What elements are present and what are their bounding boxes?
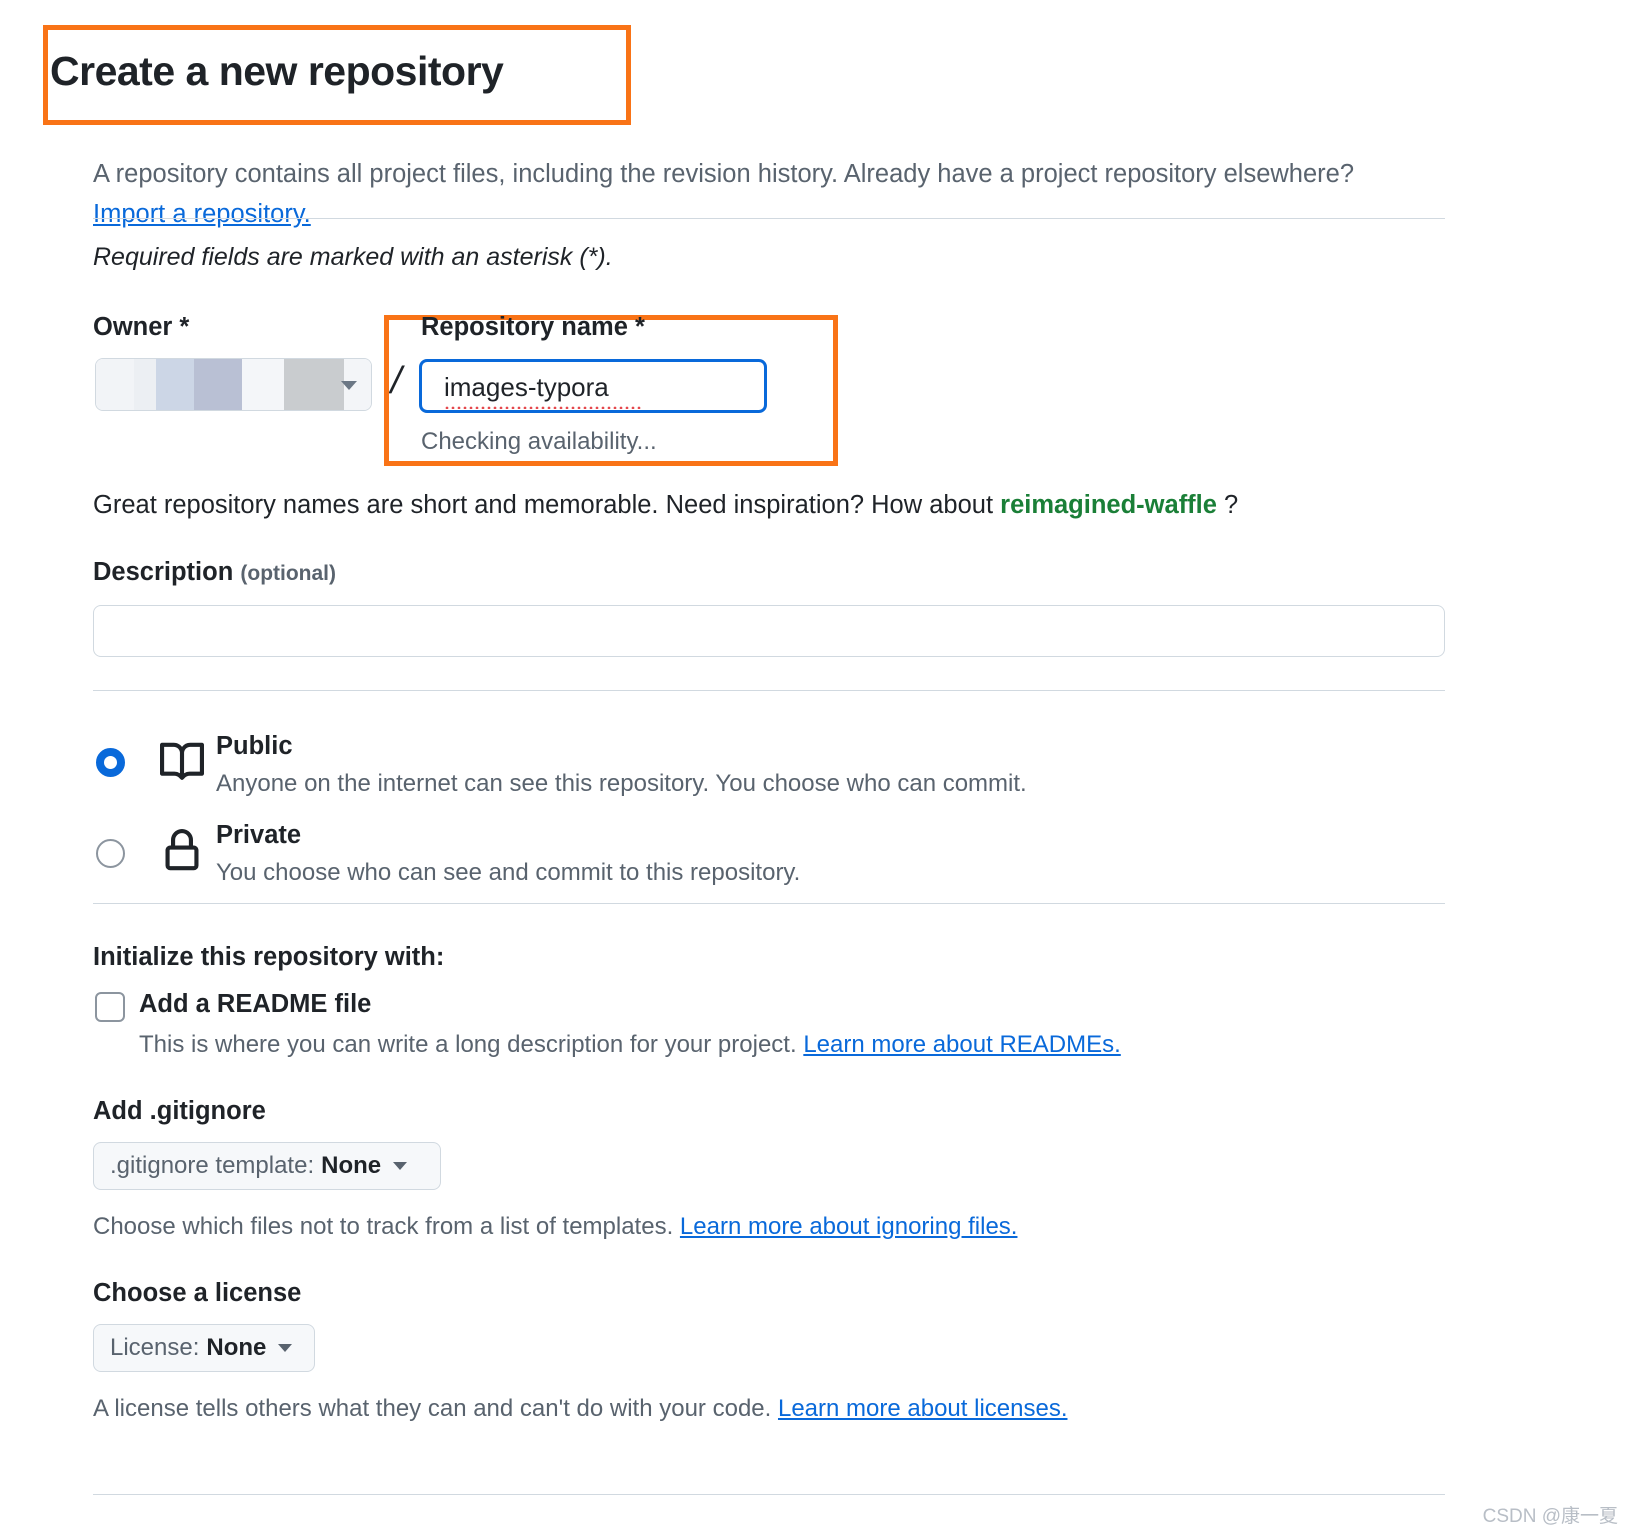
visibility-public-description: Anyone on the internet can see this repo… [216,770,1027,797]
gitignore-help-prefix: Choose which files not to track from a l… [93,1213,680,1240]
readme-help-text: This is where you can write a long descr… [139,1031,1121,1059]
license-heading: Choose a license [93,1279,302,1307]
inspiration-suffix: ? [1216,491,1239,519]
radio-public[interactable] [96,748,125,777]
owner-redaction-block [194,359,242,410]
owner-redaction-block [156,359,194,410]
initialize-heading: Initialize this repository with: [93,943,445,971]
chevron-down-icon [278,1344,293,1352]
license-help-prefix: A license tells others what they can and… [93,1395,778,1422]
description-label-text: Description [93,558,241,586]
owner-label: Owner * [93,313,190,341]
description-input[interactable] [93,605,1445,657]
inspiration-text: Great repository names are short and mem… [93,491,1238,520]
repository-name-label: Repository name * [421,313,645,341]
spellcheck-underline [444,406,641,409]
intro-text: A repository contains all project files,… [93,159,1355,188]
suggested-repo-name[interactable]: reimagined-waffle [1000,491,1217,519]
gitignore-dropdown-prefix: .gitignore template: [110,1152,315,1179]
repository-name-input[interactable]: images-typora [419,359,767,413]
readme-help-prefix: This is where you can write a long descr… [139,1031,804,1058]
watermark: CSDN @康一夏 [1482,1506,1618,1527]
owner-redaction-block [96,359,134,410]
readme-checkbox[interactable] [95,992,125,1022]
license-dropdown[interactable]: License: None [93,1324,315,1372]
gitignore-dropdown-value: None [321,1152,382,1179]
divider-top [93,218,1445,219]
repository-name-value: images-typora [444,372,609,402]
lock-icon [160,829,204,878]
learn-more-licenses-link[interactable]: Learn more about licenses. [778,1395,1068,1422]
owner-repo-separator: / [386,360,407,402]
page-title: Create a new repository [50,48,504,95]
import-repository-link[interactable]: Import a repository. [93,200,311,228]
chevron-down-icon [341,381,357,390]
intro-paragraph: A repository contains all project files,… [93,154,1383,234]
radio-private[interactable] [96,839,125,868]
license-dropdown-value: None [206,1334,267,1361]
description-optional-tag: (optional) [240,562,337,585]
license-help-text: A license tells others what they can and… [93,1395,1067,1423]
owner-redaction-block [134,359,156,410]
book-icon [160,740,205,789]
learn-more-ignoring-files-link[interactable]: Learn more about ignoring files. [680,1213,1018,1240]
owner-redaction-block [242,359,284,410]
gitignore-template-dropdown[interactable]: .gitignore template: None [93,1142,441,1190]
availability-status: Checking availability... [421,428,657,455]
visibility-public-title: Public [216,732,293,760]
license-dropdown-prefix: License: [110,1334,200,1361]
divider-description [93,690,1445,691]
create-repository-page: Create a new repository A repository con… [0,0,1636,1540]
gitignore-heading: Add .gitignore [93,1097,266,1125]
chevron-down-icon [393,1162,408,1170]
visibility-private-description: You choose who can see and commit to thi… [216,859,801,886]
divider-visibility [93,903,1445,904]
owner-select[interactable] [95,358,372,411]
owner-redaction-block [284,359,344,410]
learn-more-readmes-link[interactable]: Learn more about READMEs. [803,1031,1120,1058]
description-label: Description (optional) [93,558,336,587]
readme-label[interactable]: Add a README file [139,990,371,1019]
divider-bottom [93,1494,1445,1495]
gitignore-help-text: Choose which files not to track from a l… [93,1213,1017,1241]
inspiration-prefix: Great repository names are short and mem… [93,491,1001,519]
visibility-private-title: Private [216,821,302,849]
required-fields-note: Required fields are marked with an aster… [93,243,613,271]
